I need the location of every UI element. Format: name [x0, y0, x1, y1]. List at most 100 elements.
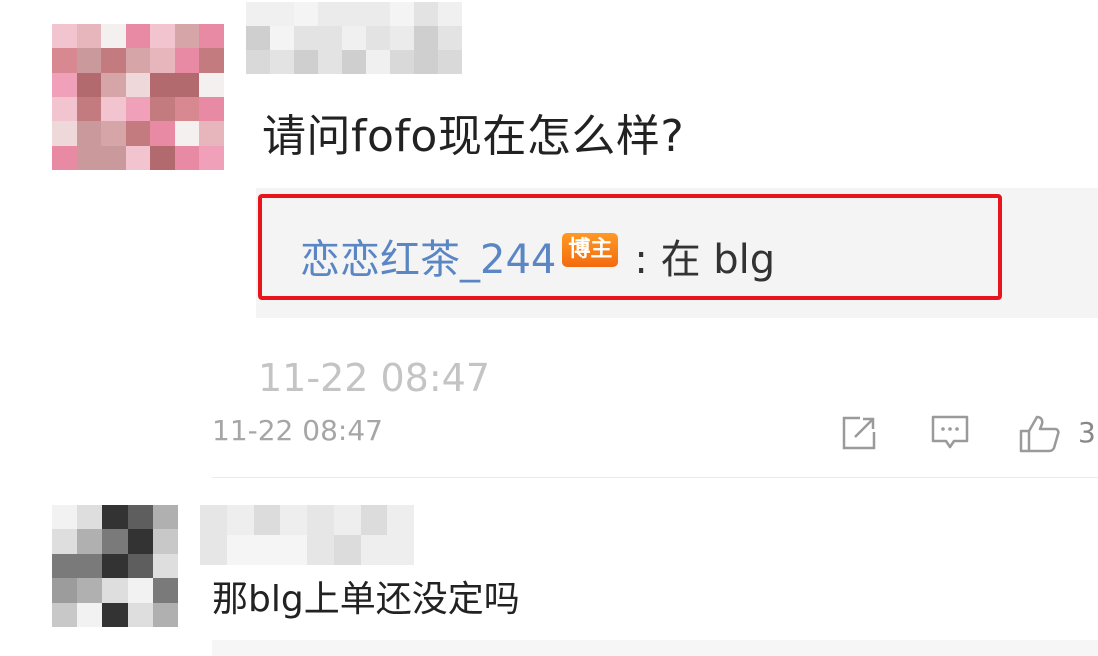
- mosaic-cell: [294, 50, 318, 74]
- mosaic-cell: [52, 145, 77, 170]
- mosaic-cell: [102, 529, 128, 554]
- mosaic-cell: [101, 24, 126, 49]
- share-icon: [842, 416, 876, 450]
- mosaic-cell: [101, 121, 126, 146]
- mosaic-cell: [152, 529, 178, 554]
- mosaic-cell: [150, 121, 175, 146]
- mosaic-cell: [125, 48, 151, 73]
- commenter-name-blurred[interactable]: [200, 505, 414, 565]
- mosaic-cell: [390, 2, 414, 26]
- mosaic-cell: [366, 50, 390, 74]
- mosaic-cell: [390, 26, 414, 50]
- mosaic-cell: [102, 578, 128, 603]
- mosaic-cell: [77, 578, 103, 603]
- mosaic-cell: [174, 121, 200, 146]
- mosaic-cell: [101, 145, 126, 170]
- mosaic-cell: [125, 121, 151, 146]
- mosaic-cell: [127, 505, 153, 530]
- mosaic-cell: [226, 535, 254, 565]
- comment-button[interactable]: [930, 414, 970, 454]
- mosaic-cell: [199, 145, 224, 170]
- mosaic-cell: [307, 505, 334, 535]
- mosaic-cell: [414, 50, 438, 74]
- mosaic-cell: [414, 2, 438, 26]
- mosaic-cell: [174, 24, 200, 49]
- mosaic-cell: [199, 72, 224, 97]
- reply-text: : 在 blg: [634, 237, 776, 283]
- mosaic-cell: [52, 97, 77, 122]
- mosaic-cell: [101, 72, 126, 97]
- mosaic-cell: [76, 72, 102, 97]
- mosaic-cell: [366, 2, 390, 26]
- mosaic-cell: [76, 48, 102, 73]
- mosaic-cell: [101, 97, 126, 122]
- mosaic-cell: [77, 602, 103, 627]
- mosaic-cell: [174, 97, 200, 122]
- mosaic-cell: [294, 2, 318, 26]
- mosaic-cell: [270, 2, 294, 26]
- mosaic-cell: [438, 26, 462, 50]
- mosaic-cell: [246, 26, 270, 50]
- mosaic-cell: [307, 535, 334, 565]
- mosaic-cell: [77, 529, 103, 554]
- mosaic-cell: [152, 602, 178, 627]
- mosaic-cell: [387, 535, 414, 565]
- mosaic-cell: [150, 48, 175, 73]
- mosaic-cell: [77, 505, 103, 530]
- mosaic-cell: [200, 505, 227, 535]
- mosaic-cell: [199, 97, 224, 122]
- mosaic-cell: [101, 48, 126, 73]
- commenter-avatar-blurred[interactable]: [52, 505, 178, 627]
- mosaic-cell: [150, 145, 175, 170]
- share-button[interactable]: [840, 414, 878, 454]
- mosaic-cell: [199, 24, 224, 49]
- mosaic-cell: [102, 602, 128, 627]
- mosaic-cell: [76, 97, 102, 122]
- mosaic-cell: [77, 553, 103, 579]
- mosaic-cell: [280, 505, 307, 535]
- mosaic-cell: [52, 121, 77, 146]
- mosaic-cell: [52, 553, 78, 579]
- mosaic-cell: [125, 72, 151, 97]
- mosaic-cell: [280, 535, 307, 565]
- reply-author-link[interactable]: 恋恋红茶_244: [300, 227, 556, 285]
- mosaic-cell: [342, 2, 366, 26]
- mosaic-cell: [52, 529, 78, 554]
- mosaic-cell: [76, 121, 102, 146]
- mosaic-cell: [318, 2, 342, 26]
- mosaic-cell: [150, 24, 175, 49]
- mosaic-cell: [387, 505, 414, 535]
- mosaic-cell: [127, 602, 153, 627]
- mosaic-cell: [152, 505, 178, 530]
- mosaic-cell: [342, 26, 366, 50]
- mosaic-cell: [199, 48, 224, 73]
- host-badge: 博主: [562, 233, 619, 267]
- mosaic-cell: [246, 50, 270, 74]
- commenter-avatar-blurred[interactable]: [52, 24, 224, 170]
- commenter-name-blurred[interactable]: [246, 2, 462, 74]
- mosaic-cell: [270, 26, 294, 50]
- mosaic-cell: [294, 26, 318, 50]
- mosaic-cell: [226, 505, 254, 535]
- mosaic-cell: [253, 535, 281, 565]
- mosaic-cell: [125, 145, 151, 170]
- mosaic-cell: [174, 72, 200, 97]
- mosaic-cell: [52, 24, 77, 49]
- comment-icon: [931, 415, 969, 449]
- mosaic-cell: [127, 578, 153, 603]
- reply-line: 恋恋红茶_244 博主 : 在 blg: [300, 226, 775, 286]
- mosaic-cell: [174, 48, 200, 73]
- mosaic-cell: [438, 50, 462, 74]
- mosaic-cell: [253, 505, 281, 535]
- mosaic-cell: [390, 50, 414, 74]
- comment-timestamp: 11-22 08:47: [212, 414, 383, 447]
- like-button[interactable]: [1018, 414, 1062, 454]
- mosaic-cell: [152, 553, 178, 579]
- comment-divider: [212, 477, 1098, 478]
- mosaic-cell: [200, 535, 227, 565]
- mosaic-cell: [360, 505, 388, 535]
- mosaic-cell: [414, 26, 438, 50]
- mosaic-cell: [199, 121, 224, 146]
- mosaic-cell: [125, 24, 151, 49]
- next-comment-edge: [212, 640, 1098, 656]
